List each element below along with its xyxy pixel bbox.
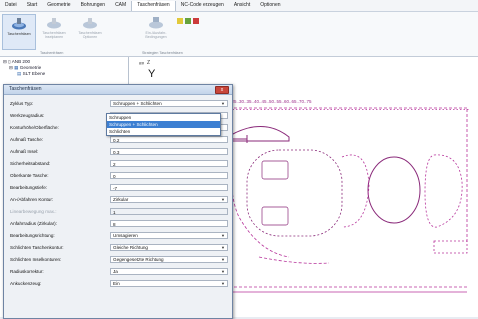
layer-icon: ▤ xyxy=(17,71,22,76)
pocket-top-input[interactable]: 0 xyxy=(110,172,228,179)
z-axis-label: Z xyxy=(147,60,151,66)
approach-radius-input[interactable]: 8 xyxy=(110,220,228,227)
chevron-down-icon: ▼ xyxy=(221,101,225,106)
menu-start[interactable]: Start xyxy=(22,0,43,11)
tool-check-select[interactable]: Ein ▼ xyxy=(110,280,228,287)
chevron-down-icon: ▼ xyxy=(221,197,225,202)
safety-distance-input[interactable]: 2 xyxy=(110,160,228,167)
pocket-mill-icon xyxy=(12,18,26,30)
island-right-shape xyxy=(424,154,463,228)
pocket-options-button[interactable]: Taschenfräsen Optionen xyxy=(74,14,106,48)
approach-contour-select[interactable]: Zirkular ▼ xyxy=(110,196,228,203)
island-plan-button[interactable]: Taschenfräsen Inselplanen xyxy=(38,14,70,48)
dialog-close-button[interactable]: x xyxy=(215,86,229,94)
pocket-options-icon xyxy=(83,18,97,29)
finish-pocket-select[interactable]: Gleiche Richtung ▼ xyxy=(110,244,228,251)
field-tool-check: Ankuckenzeug: Ein ▼ xyxy=(10,279,228,288)
chevron-down-icon: ▼ xyxy=(221,269,225,274)
expand-icon[interactable]: ⊟ xyxy=(9,65,13,70)
island-circle xyxy=(367,156,421,224)
field-finish-island: Schlichten Inselkonturen: Gegengesetzte … xyxy=(10,255,228,264)
chevron-down-icon: ▼ xyxy=(221,245,225,250)
chevron-down-icon: ▼ xyxy=(221,233,225,238)
island-rounded-rect xyxy=(246,149,343,237)
machining-depth-input[interactable]: -7 xyxy=(110,184,228,191)
cycle-type-select[interactable]: Schruppen + Schlichten ▼ xyxy=(110,100,228,107)
dialog-titlebar[interactable]: Taschenfräsen x xyxy=(4,85,232,95)
entry-exit-button[interactable]: Ein-/Ausfahr- Bedingungen xyxy=(140,14,172,48)
yellow-square-icon[interactable] xyxy=(177,18,183,24)
field-machining-direction: Bearbeitungsrichtung: Umsagieren ▼ xyxy=(10,231,228,240)
menu-ansicht[interactable]: Ansicht xyxy=(229,0,255,11)
entry-exit-icon xyxy=(149,17,163,29)
coordinate-hash-label: ## xyxy=(139,61,145,66)
field-radius-correction: Radiuskorrektur: Ja ▼ xyxy=(10,267,228,276)
chevron-down-icon: ▼ xyxy=(221,257,225,262)
green-square-icon[interactable] xyxy=(185,18,191,24)
allowance-pocket-input[interactable]: 0.2 xyxy=(110,136,228,143)
linear-max-input[interactable]: 1 xyxy=(110,208,228,215)
field-allowance-island: Aufmaß Insel: 0.3 xyxy=(10,147,228,156)
field-safety-distance: Sicherheitsabstand: 2 xyxy=(10,159,228,168)
machining-direction-select[interactable]: Umsagieren ▼ xyxy=(110,232,228,239)
red-square-icon[interactable] xyxy=(193,18,199,24)
allowance-island-input[interactable]: 0.3 xyxy=(110,148,228,155)
menu-datei[interactable]: Datei xyxy=(0,0,22,11)
dialog-title: Taschenfräsen xyxy=(9,86,42,92)
ribbon-group-label-pocket: Taschenfräsen xyxy=(40,51,64,55)
tree-item-plane[interactable]: ▤ SLT Ebene xyxy=(17,71,45,77)
expand-icon[interactable]: ⊟ xyxy=(3,59,7,64)
quick-icons xyxy=(177,18,199,24)
island-small-rect-2 xyxy=(261,206,289,226)
pocket-mill-button[interactable]: Taschenfräsen xyxy=(2,14,36,50)
field-cycle-type: Zyklus Typ: Schruppen + Schlichten ▼ xyxy=(10,99,228,108)
field-allowance-pocket: Aufmaß Tasche: 0.2 xyxy=(10,135,228,144)
ribbon-group-label-strategies: Strategien Taschenfräsen xyxy=(142,51,183,55)
radius-correction-select[interactable]: Ja ▼ xyxy=(110,268,228,275)
ribbon: Taschenfräsen Taschenfräsen Inselplanen … xyxy=(0,12,478,57)
field-approach-contour: An-/Abfahren Kontur: Zirkular ▼ xyxy=(10,195,228,204)
menu-bohrungen[interactable]: Bohrungen xyxy=(76,0,110,11)
dropdown-option-schruppen-schlichten[interactable]: Schruppen + Schlichten xyxy=(107,121,220,128)
layer-icon: ▦ xyxy=(14,65,19,70)
island-plan-icon xyxy=(47,18,61,29)
field-finish-pocket: Schlichten Taschenkontur: Gleiche Richtu… xyxy=(10,243,228,252)
menu-taschenfraesen[interactable]: Taschenfräsen xyxy=(131,1,176,11)
cycle-type-dropdown-list: Schruppen Schruppen + Schlichten Schlich… xyxy=(106,113,221,136)
chevron-down-icon: ▼ xyxy=(221,281,225,286)
finish-island-select[interactable]: Gegengesetzte Richtung ▼ xyxy=(110,256,228,263)
menu-cam[interactable]: CAM xyxy=(110,0,131,11)
field-pocket-top: Oberkante Tasche: 0 xyxy=(10,171,228,180)
y-axis-label: Y xyxy=(148,68,156,80)
dropdown-option-schlichten[interactable]: Schlichten xyxy=(107,128,220,135)
field-machining-depth: Bearbeitungstiefe: -7 xyxy=(10,183,228,192)
menu-optionen[interactable]: Optionen xyxy=(255,0,285,11)
menu-bar: Datei Start Geometrie Bohrungen CAM Tasc… xyxy=(0,0,478,12)
menu-geometrie[interactable]: Geometrie xyxy=(42,0,75,11)
ruler-labels: ..25..30..35..40..45..50..55..60..65..70… xyxy=(229,99,312,104)
field-linear-max: Linearbewegung max.: 1 xyxy=(10,207,228,216)
dropdown-option-schruppen[interactable]: Schruppen xyxy=(107,114,220,121)
close-icon: x xyxy=(220,87,224,93)
island-small-rect-1 xyxy=(261,160,289,180)
menu-nc-code[interactable]: NC-Code erzeugen xyxy=(176,0,229,11)
file-icon: ▯ xyxy=(8,59,11,64)
field-approach-radius: Anfahrradius (Zirkular): 8 xyxy=(10,219,228,228)
